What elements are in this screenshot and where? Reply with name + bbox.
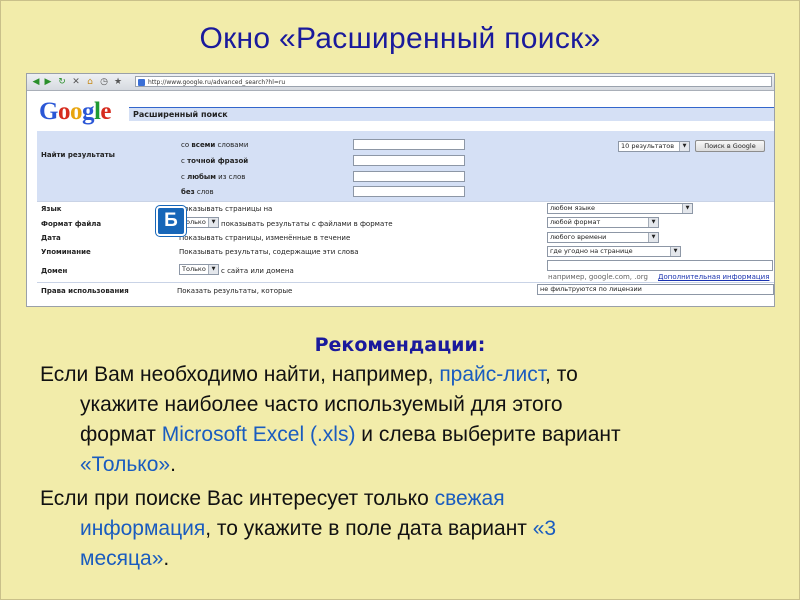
google-logo[interactable]: Google (39, 98, 111, 126)
forward-icon[interactable]: ▶ (43, 77, 53, 87)
date-select[interactable]: любого времени ▼ (547, 232, 659, 243)
chevron-down-icon: ▼ (648, 218, 658, 227)
domain-input[interactable] (547, 260, 773, 271)
mention-select[interactable]: где угодно на странице ▼ (547, 246, 681, 257)
file-format-desc: показывать результаты с файлами в формат… (221, 220, 393, 228)
file-format-label: Формат файла (41, 220, 102, 228)
any-words-input[interactable] (353, 171, 465, 182)
chevron-down-icon: ▼ (648, 233, 658, 242)
favicon-icon (138, 79, 145, 86)
results-count-select[interactable]: 10 результатов ▼ (618, 141, 690, 152)
usage-rights-desc: Показать результаты, которые (177, 287, 293, 295)
callout-badge: Б (156, 206, 186, 236)
google-search-button[interactable]: Поиск в Google (695, 140, 765, 152)
any-words-label: с любым из слов (181, 173, 246, 181)
chevron-down-icon: ▼ (679, 142, 689, 151)
home-icon[interactable]: ⌂ (85, 77, 95, 87)
chevron-down-icon: ▼ (208, 265, 218, 274)
domain-label: Домен (41, 267, 68, 275)
mention-desc: Показывать результаты, содержащие эти сл… (179, 248, 359, 256)
browser-toolbar: ◀ ▶ ↻ ✕ ⌂ ◷ ★ http://www.google.ru/advan… (27, 74, 774, 91)
without-words-input[interactable] (353, 186, 465, 197)
domain-hint: например, google.com, .org (548, 273, 648, 281)
language-desc: Показывать страницы на (179, 205, 273, 213)
file-format-select[interactable]: любой формат ▼ (547, 217, 659, 228)
stop-icon[interactable]: ✕ (71, 77, 81, 87)
domain-desc: с сайта или домена (221, 267, 294, 275)
language-select[interactable]: любом языке ▼ (547, 203, 693, 214)
date-desc: Показывать страницы, изменённые в течени… (179, 234, 351, 242)
find-results-label: Найти результаты (41, 151, 115, 159)
back-icon[interactable]: ◀ (31, 77, 41, 87)
chevron-down-icon: ▼ (208, 218, 218, 227)
advanced-search-header: Расширенный поиск (129, 107, 774, 121)
history-icon[interactable]: ◷ (99, 77, 109, 87)
divider (37, 282, 774, 283)
exact-phrase-label: с точной фразой (181, 157, 249, 165)
reload-icon[interactable]: ↻ (57, 77, 67, 87)
recommendation-paragraph-2: Если при поиске Вас интересует только св… (40, 487, 557, 570)
mention-label: Упоминание (41, 248, 91, 256)
date-label: Дата (41, 234, 61, 242)
browser-screenshot: ◀ ▶ ↻ ✕ ⌂ ◷ ★ http://www.google.ru/advan… (26, 73, 775, 307)
chevron-down-icon: ▼ (670, 247, 680, 256)
usage-rights-label: Права использования (41, 287, 129, 295)
usage-rights-select[interactable]: не фильтруются по лицензии (537, 284, 774, 295)
bookmark-icon[interactable]: ★ (113, 77, 123, 87)
all-words-label: со всеми словами (181, 141, 249, 149)
all-words-input[interactable] (353, 139, 465, 150)
divider (37, 201, 774, 202)
slide-title: Окно «Расширенный поиск» (199, 22, 601, 55)
recommendation-paragraph-1: Если Вам необходимо найти, например, пра… (40, 363, 621, 476)
without-words-label: без слов (181, 188, 214, 196)
language-label: Язык (41, 205, 62, 213)
url-text: http://www.google.ru/advanced_search?hl=… (148, 79, 286, 86)
recommendations-heading: Рекомендации: (314, 334, 486, 356)
address-bar[interactable]: http://www.google.ru/advanced_search?hl=… (135, 76, 772, 87)
chevron-down-icon: ▼ (682, 204, 692, 213)
more-info-link[interactable]: Дополнительная информация (658, 273, 769, 281)
domain-only-select[interactable]: Только ▼ (179, 264, 219, 275)
exact-phrase-input[interactable] (353, 155, 465, 166)
